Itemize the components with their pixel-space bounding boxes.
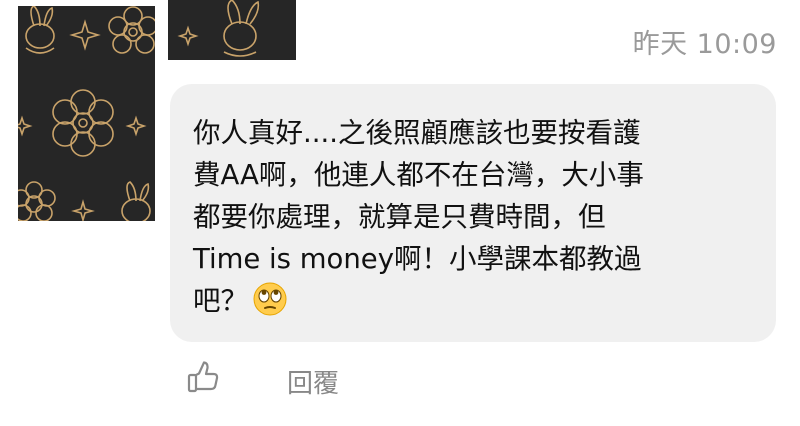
comment-text-line: 都要你處理，就算是只費時間，但 xyxy=(193,201,606,233)
rabbit-icon xyxy=(121,181,151,221)
comment-text-line: 費AA啊，他連人都不在台灣，大小事 xyxy=(193,159,644,191)
flower-icon xyxy=(108,6,155,54)
avatar-pattern xyxy=(177,0,260,57)
like-button[interactable] xyxy=(185,359,221,395)
comment-text-line: Time is money啊！小學課本都教過 xyxy=(193,243,642,275)
sparkle-icon xyxy=(177,25,199,47)
reply-button[interactable]: 回覆 xyxy=(287,363,339,400)
avatar-pattern xyxy=(18,6,155,221)
comment-bubble: 你人真好....之後照顧應該也要按看護 費AA啊，他連人都不在台灣，大小事 都要… xyxy=(170,84,776,342)
rabbit-icon xyxy=(25,6,55,54)
comment-text-line-last: 吧？ xyxy=(193,280,748,322)
thumbs-up-icon xyxy=(187,361,219,393)
avatar[interactable] xyxy=(18,6,155,221)
avatar-secondary[interactable] xyxy=(168,0,296,60)
comment-timestamp: 昨天 10:09 xyxy=(632,29,777,60)
flower-icon xyxy=(52,89,114,157)
comment-text-line: 你人真好....之後照顧應該也要按看護 xyxy=(193,117,641,149)
comment-text-line: 吧？ xyxy=(193,285,248,317)
rabbit-icon xyxy=(223,0,260,57)
sparkle-icon xyxy=(69,19,101,51)
rolling-eyes-emoji-icon xyxy=(252,281,288,317)
flower-icon xyxy=(18,181,56,221)
comment-actions: 回覆 xyxy=(0,355,800,405)
